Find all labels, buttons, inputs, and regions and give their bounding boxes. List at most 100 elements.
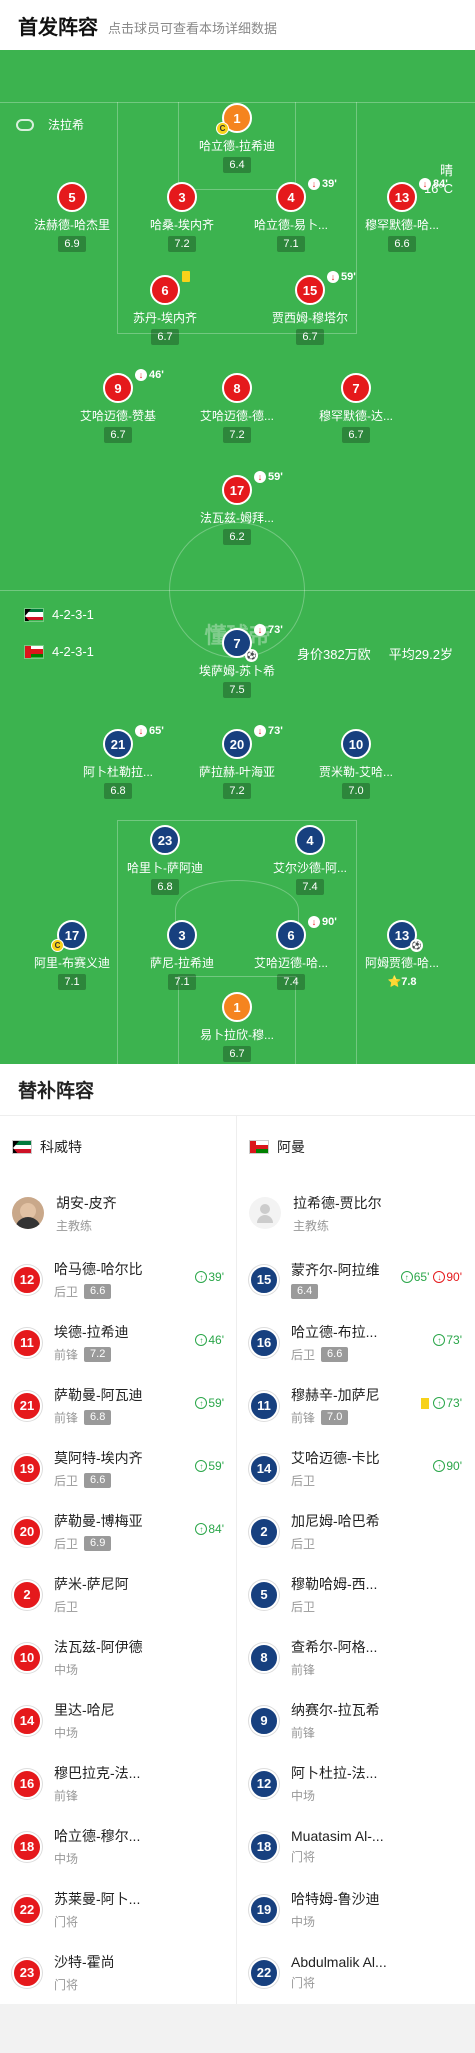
player-name: 苏丹-埃内齐	[133, 311, 197, 325]
player-7[interactable]: 7 ⚽ ↓ 73' 埃萨姆-苏卜希 7.5	[175, 624, 299, 698]
sub-player-position: 中场	[54, 1663, 79, 1677]
jersey-number-text: 20	[229, 736, 245, 752]
jersey-number: 2	[12, 1579, 42, 1610]
player-20[interactable]: 20 ↓ 73' 萨拉赫-叶海亚 7.2	[175, 725, 299, 799]
yellow-card-icon	[421, 1397, 430, 1409]
yellow-card-icon	[182, 271, 190, 282]
player-rating-value: 7.5	[229, 684, 245, 696]
player-9[interactable]: 9 ↓ 46' 艾哈迈德-赞基 6.7	[56, 369, 180, 443]
sub-player-row[interactable]: 11 穆赫辛-加萨尼 前锋 7.0 ↑ 73'	[237, 1374, 474, 1437]
sub-player-row[interactable]: 2 萨米-萨尼阿 后卫	[0, 1563, 236, 1626]
sub-player-row[interactable]: 10 法瓦兹-阿伊德 中场	[0, 1626, 236, 1689]
player-rating-value: 6.7	[229, 1048, 245, 1060]
sub-player-row[interactable]: 14 里达-哈尼 中场	[0, 1689, 236, 1752]
home-subs-column: 科威特 胡安-皮齐 主教练 12 哈马德-哈尔比 后卫 6.6 ↑ 39' 11 埃德-拉希迪…	[0, 1116, 237, 2004]
sub-player-row[interactable]: 23 沙特-霍尚 门将	[0, 1941, 236, 2004]
player-10[interactable]: 10 贾米勒-艾哈... 7.0	[294, 729, 418, 799]
sub-player-row[interactable]: 19 莫阿特-埃内齐 后卫 6.6 ↑ 59'	[0, 1437, 236, 1500]
player-4[interactable]: 4 ↓ 39' 哈立德-易卜... 7.1	[229, 178, 353, 252]
player-6[interactable]: 6 苏丹-埃内齐 6.7	[103, 271, 227, 345]
jersey-number: 17 ↓ 59'	[222, 471, 283, 505]
player-name: 阿卜杜勒拉...	[82, 765, 153, 779]
jersey-number: 1C	[216, 103, 252, 135]
player-23[interactable]: 23 哈里卜-萨阿迪 6.8	[103, 825, 227, 895]
player-rating-value: 7.1	[174, 976, 190, 988]
sub-player-row[interactable]: 5 穆勒哈姆-西... 后卫	[237, 1563, 474, 1626]
player-3[interactable]: 3 萨尼-拉希迪 7.1	[120, 920, 244, 990]
sub-player-row[interactable]: 14 艾哈迈德-卡比 后卫 ↑ 90'	[237, 1437, 474, 1500]
player-rating-value: 6.7	[348, 429, 364, 441]
sub-player-row[interactable]: 12 哈马德-哈尔比 后卫 6.6 ↑ 39'	[0, 1248, 236, 1311]
player-event: ↓ 46'	[135, 369, 164, 381]
sub-player-row[interactable]: 20 萨勒曼-博梅亚 后卫 6.9 ↑ 84'	[0, 1500, 236, 1563]
sub-player-row[interactable]: 16 穆巴拉克-法... 前锋	[0, 1752, 236, 1815]
sub-in-icon: ↑	[433, 1334, 446, 1346]
sub-player-row[interactable]: 15 蒙齐尔-阿拉维 6.4 ↑ 65' ↓ 90'	[237, 1248, 474, 1311]
sub-player-row[interactable]: 18 哈立德-穆尔... 中场	[0, 1815, 236, 1878]
referee: 法拉希	[16, 116, 84, 133]
jersey-number: 20 ↓ 73'	[222, 725, 283, 759]
sub-player-row[interactable]: 8 查希尔-阿格... 前锋	[237, 1626, 474, 1689]
sub-events: ↑ 90'	[429, 1459, 462, 1473]
player-8[interactable]: 8 艾哈迈德-德... 7.2	[175, 373, 299, 443]
sub-player-position: 中场	[54, 1726, 79, 1740]
player-3[interactable]: 3 哈桑-埃内齐 7.2	[120, 182, 244, 252]
sub-player-name: 蒙齐尔-阿拉维	[291, 1262, 380, 1278]
player-17[interactable]: 17 ↓ 59' 法瓦兹-姆拜... 6.2	[175, 471, 299, 545]
sub-player-rating: 6.6	[84, 1473, 112, 1488]
jersey-number-text: 1	[233, 110, 241, 126]
player-13[interactable]: 13 ↓ 84' 穆罕默德-哈... 6.6	[340, 178, 464, 252]
sub-player-row[interactable]: 11 埃德-拉希迪 前锋 7.2 ↑ 46'	[0, 1311, 236, 1374]
player-name: 艾哈迈德-赞基	[80, 409, 156, 423]
player-1[interactable]: 1 易卜拉欣-穆... 6.7	[175, 992, 299, 1062]
sub-out-icon: ↓	[254, 624, 266, 636]
sub-events: ↑ 84'	[191, 1522, 224, 1536]
sub-player-position: 门将	[54, 1978, 79, 1992]
player-name: 艾哈迈德-德...	[200, 409, 274, 423]
home-coach[interactable]: 胡安-皮齐 主教练	[0, 1178, 236, 1248]
player-13[interactable]: 13 ⚽ 阿姆贾德-哈... ⭐7.8	[340, 920, 464, 990]
sub-player-position: 后卫	[54, 1537, 79, 1551]
sub-player-name: 埃德-拉希迪	[54, 1324, 129, 1340]
player-5[interactable]: 5 法赫德-哈杰里 6.9	[10, 182, 134, 252]
sub-time: 73'	[268, 624, 283, 636]
sub-player-row[interactable]: 18 Muatasim Al-... 门将	[237, 1815, 474, 1878]
player-21[interactable]: 21 ↓ 65' 阿卜杜勒拉... 6.8	[56, 725, 180, 799]
sub-in-icon: ↑	[195, 1397, 208, 1409]
jersey-number-text: 17	[229, 482, 245, 498]
jersey-number: 20	[12, 1516, 42, 1547]
sub-player-row[interactable]: 9 纳赛尔-拉瓦希 前锋	[237, 1689, 474, 1752]
sub-player-row[interactable]: 16 哈立德-布拉... 后卫 6.6 ↑ 73'	[237, 1311, 474, 1374]
sub-out-icon: ↓	[308, 916, 320, 928]
player-rating: 6.8	[104, 783, 132, 799]
jersey-number: 18	[249, 1831, 279, 1862]
jersey-number-text: 7	[352, 380, 360, 396]
sub-player-position: 中场	[291, 1915, 316, 1929]
sub-player-row[interactable]: 22 Abdulmalik Al... 门将	[237, 1941, 474, 2004]
player-6[interactable]: 6 ↓ 90' 艾哈迈德-哈... 7.4	[229, 916, 353, 990]
sub-player-row[interactable]: 22 苏莱曼-阿卜... 门将	[0, 1878, 236, 1941]
sub-player-rating: 6.4	[291, 1284, 319, 1299]
player-4[interactable]: 4 艾尔沙德-阿... 7.4	[248, 825, 372, 895]
player-rating: 6.7	[342, 427, 370, 443]
sub-player-name: 哈特姆-鲁沙迪	[291, 1891, 380, 1907]
lineup-header: 首发阵容 点击球员可查看本场详细数据	[0, 0, 475, 50]
jersey-number: 3	[167, 182, 197, 212]
sub-player-row[interactable]: 19 哈特姆-鲁沙迪 中场	[237, 1878, 474, 1941]
home-team-name: 科威特	[40, 1139, 82, 1155]
player-15[interactable]: 15 ↓ 59' 贾西姆-穆塔尔 6.7	[248, 271, 372, 345]
jersey-number-text: 6	[287, 927, 295, 943]
player-event: ↓ 39'	[308, 178, 337, 190]
sub-player-row[interactable]: 12 阿卜杜拉-法... 中场	[237, 1752, 474, 1815]
player-name: 艾哈迈德-哈...	[254, 956, 328, 970]
player-17[interactable]: 17 C 阿里-布赛义迪 7.1	[10, 920, 134, 990]
player-rating: 6.2	[223, 529, 251, 545]
home-formation-row: 4-2-3-1	[24, 607, 94, 622]
player-1[interactable]: 1 C 哈立德-拉希迪 6.4	[175, 103, 299, 173]
sub-player-row[interactable]: 21 萨勒曼-阿瓦迪 前锋 6.8 ↑ 59'	[0, 1374, 236, 1437]
sub-player-name: 纳赛尔-拉瓦希	[291, 1702, 380, 1718]
player-7[interactable]: 7 穆罕默德-达... 6.7	[294, 373, 418, 443]
away-coach[interactable]: 拉希德-贾比尔 主教练	[237, 1178, 474, 1248]
player-rating: 7.2	[223, 783, 251, 799]
sub-player-row[interactable]: 2 加尼姆-哈巴希 后卫	[237, 1500, 474, 1563]
